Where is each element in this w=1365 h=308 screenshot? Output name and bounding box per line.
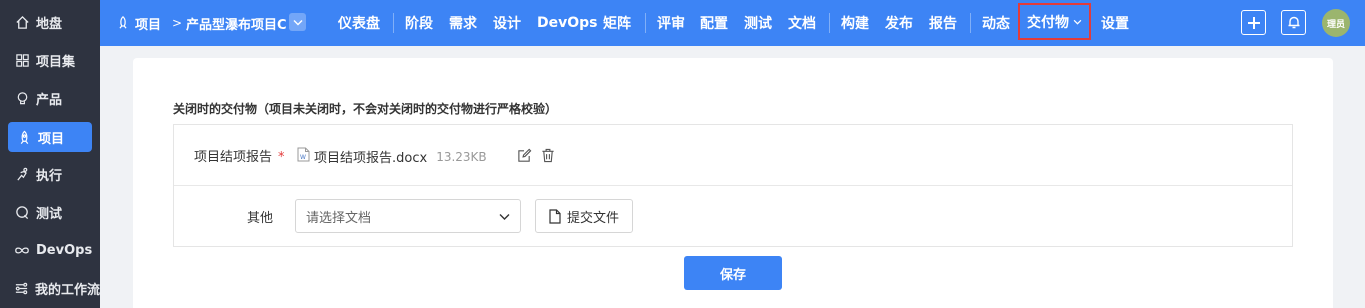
chevron-down-icon — [293, 19, 302, 25]
deliverable-card: 关闭时的交付物（项目未关闭时，不会对关闭时的交付物进行严格校验） 项目结项报告 *… — [133, 58, 1333, 308]
sprint-icon — [14, 166, 30, 182]
rocket-icon — [16, 129, 32, 145]
chevron-down-icon — [499, 210, 510, 225]
section-title: 关闭时的交付物（项目未关闭时，不会对关闭时的交付物进行严格校验） — [173, 102, 558, 116]
create-button[interactable] — [1241, 10, 1266, 35]
breadcrumb-separator: > — [172, 16, 183, 30]
breadcrumb-root[interactable]: 项目 — [135, 0, 161, 46]
sidebar-item-label: 执行 — [36, 168, 63, 184]
nav-test[interactable]: 测试 — [744, 0, 772, 46]
document-select-placeholder: 请选择文档 — [306, 210, 372, 226]
edit-icon[interactable] — [516, 147, 532, 163]
infinity-icon — [14, 242, 30, 258]
nav-divider — [829, 13, 830, 33]
nav-matrix[interactable]: 矩阵 — [603, 0, 631, 46]
required-mark: * — [278, 150, 285, 165]
sidebar-item-label: 测试 — [36, 206, 63, 222]
row-label-closing-report: 项目结项报告 * — [194, 146, 285, 165]
rocket-icon — [116, 15, 130, 34]
file-size: 13.23KB — [436, 149, 487, 164]
main-content: 关闭时的交付物（项目未关闭时，不会对关闭时的交付物进行严格校验） 项目结项报告 *… — [100, 46, 1365, 308]
nav-dynamic[interactable]: 动态 — [982, 0, 1010, 46]
sidebar-item-label: 项目 — [38, 131, 65, 147]
sidebar: 地盘 项目集 产品 项目 执行 测试 DevOps 我的工作流 — [0, 0, 100, 308]
sidebar-item-execution[interactable]: 执行 — [0, 159, 100, 189]
nav-deliverable-label: 交付物 — [1027, 14, 1069, 31]
nav-divider — [393, 13, 394, 33]
nav-devops[interactable]: DevOps — [537, 0, 598, 46]
file-name: 项目结项报告.docx — [314, 151, 428, 166]
project-switch-dropdown[interactable] — [289, 13, 306, 31]
svg-text:W: W — [300, 154, 306, 161]
nav-divider — [645, 13, 646, 33]
row-divider — [174, 185, 1292, 186]
sidebar-item-project[interactable]: 项目 — [8, 122, 92, 152]
nav-config[interactable]: 配置 — [700, 0, 728, 46]
document-select[interactable]: 请选择文档 — [295, 199, 521, 233]
file-icon — [549, 208, 561, 224]
nav-deliverable[interactable]: 交付物 — [1018, 3, 1091, 40]
word-file-icon: W — [297, 147, 310, 166]
test-icon — [14, 204, 30, 220]
workflow-icon — [14, 280, 29, 296]
grid-icon — [14, 52, 30, 68]
submit-file-button[interactable]: 提交文件 — [535, 199, 633, 233]
nav-design[interactable]: 设计 — [493, 0, 521, 46]
sidebar-item-program[interactable]: 项目集 — [0, 45, 100, 75]
plus-icon — [1247, 16, 1260, 29]
deliverable-form: 项目结项报告 * W 项目结项报告.docx 13.23KB 其他 请选择文档 — [173, 124, 1293, 247]
lightbulb-icon — [14, 90, 30, 106]
nav-review[interactable]: 评审 — [657, 0, 685, 46]
nav-stage[interactable]: 阶段 — [405, 0, 433, 46]
nav-doc[interactable]: 文档 — [788, 0, 816, 46]
sidebar-item-devops[interactable]: DevOps — [0, 235, 100, 265]
submit-file-label: 提交文件 — [566, 209, 619, 225]
sidebar-item-home[interactable]: 地盘 — [0, 7, 100, 37]
nav-build[interactable]: 构建 — [841, 0, 869, 46]
save-button[interactable]: 保存 — [684, 256, 782, 290]
nav-release[interactable]: 发布 — [885, 0, 913, 46]
sidebar-item-workflow[interactable]: 我的工作流 — [0, 273, 100, 303]
sidebar-item-label: 地盘 — [36, 16, 63, 32]
attached-file[interactable]: W 项目结项报告.docx 13.23KB — [297, 147, 487, 166]
notification-button[interactable] — [1281, 10, 1306, 35]
sidebar-item-test[interactable]: 测试 — [0, 197, 100, 227]
top-navbar: 项目 > 产品型瀑布项目C 仪表盘 阶段 需求 设计 DevOps 矩阵 评审 … — [100, 0, 1365, 46]
bell-icon — [1288, 16, 1299, 29]
row-label-other: 其他 — [247, 211, 274, 226]
nav-story[interactable]: 需求 — [449, 0, 477, 46]
nav-dashboard[interactable]: 仪表盘 — [338, 0, 380, 46]
nav-report[interactable]: 报告 — [929, 0, 957, 46]
home-icon — [14, 14, 30, 30]
nav-settings[interactable]: 设置 — [1101, 0, 1129, 46]
sidebar-item-label: 我的工作流 — [35, 282, 100, 298]
sidebar-item-label: DevOps — [36, 242, 93, 258]
closing-report-label: 项目结项报告 — [194, 150, 273, 165]
sidebar-item-product[interactable]: 产品 — [0, 83, 100, 113]
chevron-down-icon — [1073, 19, 1082, 25]
sidebar-item-label: 产品 — [36, 92, 63, 108]
avatar[interactable]: 理员 — [1322, 9, 1350, 37]
sidebar-item-label: 项目集 — [36, 54, 76, 70]
breadcrumb-project[interactable]: 产品型瀑布项目C — [186, 0, 287, 46]
nav-divider — [970, 13, 971, 33]
delete-icon[interactable] — [540, 147, 556, 163]
